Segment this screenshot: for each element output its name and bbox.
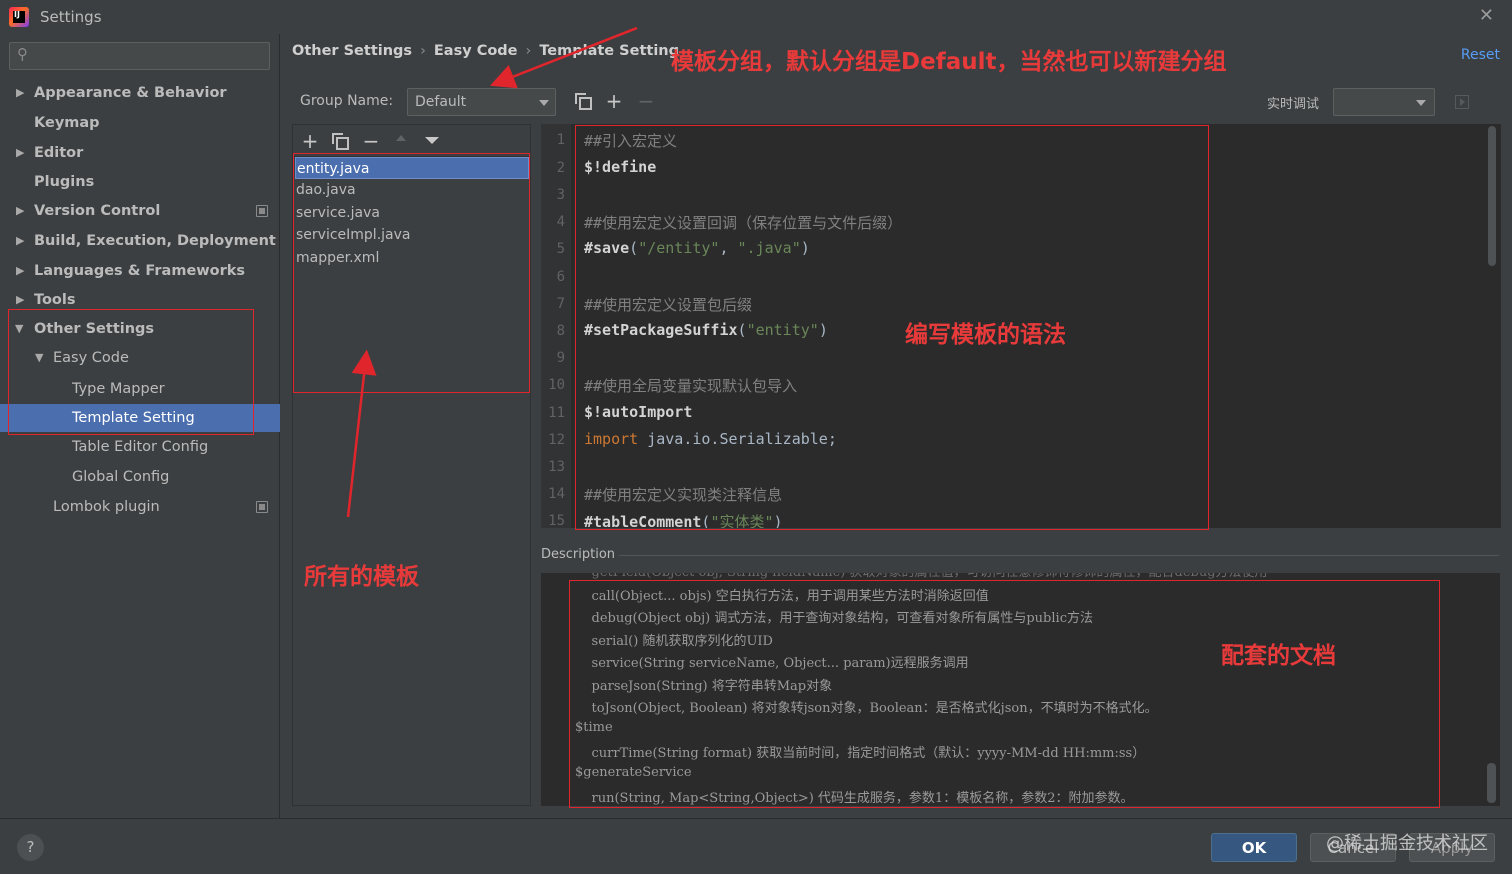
annotation-arrow-templates [346, 349, 377, 518]
annotation-arrow-group [490, 26, 638, 89]
annotation-docs-note: 配套的文档 [1221, 643, 1336, 669]
annotation-group-note: 模板分组，默认分组是Default，当然也可以新建分组 [671, 49, 1227, 75]
annotation-syntax-note: 编写模板的语法 [905, 322, 1066, 348]
annotation-templates-note: 所有的模板 [304, 564, 419, 590]
annotation-arrows [346, 26, 638, 518]
